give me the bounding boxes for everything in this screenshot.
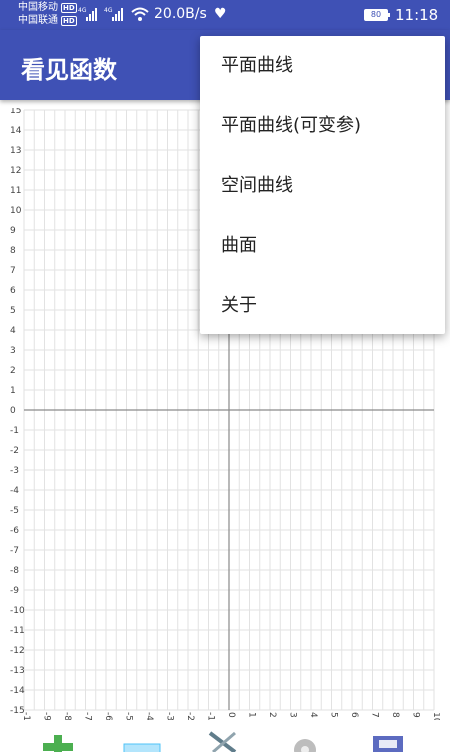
y-tick-label: -4 xyxy=(10,486,19,496)
y-tick-label: 1 xyxy=(10,386,16,396)
y-tick-label: 13 xyxy=(10,146,21,156)
y-tick-label: -8 xyxy=(10,566,19,576)
y-tick-label: -9 xyxy=(10,586,19,596)
y-tick-label: 9 xyxy=(10,226,16,236)
carrier-1-label: 中国移动 xyxy=(18,2,58,13)
x-tick-labels: -10 -9 -8 -7 -6 -5 -4 -3 -2 -1 0 1 2 3 4 5 6 7 8 9 10 xyxy=(21,712,440,720)
menu-item-space-curve[interactable]: 空间曲线 xyxy=(200,156,445,216)
y-tick-label: 12 xyxy=(10,166,21,176)
y-tick-label: -6 xyxy=(10,526,19,536)
svg-text:4G: 4G xyxy=(78,7,87,14)
x-tick-label: 5 xyxy=(329,712,339,718)
x-tick-label: 3 xyxy=(288,712,298,718)
carrier-info: 中国移动 HD 中国联通 HD xyxy=(18,1,77,27)
y-tick-label: 3 xyxy=(10,346,16,356)
y-tick-label: 5 xyxy=(10,306,16,316)
x-tick-label: -10 xyxy=(21,712,31,720)
y-tick-label: -13 xyxy=(10,666,25,676)
app-title: 看见函数 xyxy=(21,56,117,84)
x-tick-label: 1 xyxy=(247,712,257,718)
save-icon[interactable] xyxy=(370,730,406,752)
menu-item-about[interactable]: 关于 xyxy=(200,276,445,336)
x-tick-label: 2 xyxy=(267,712,277,718)
y-tick-label: 2 xyxy=(10,366,16,376)
y-tick-label: 10 xyxy=(10,206,22,216)
y-tick-label: -3 xyxy=(10,466,19,476)
y-tick-label: -2 xyxy=(10,446,19,456)
clock: 11:18 xyxy=(395,6,439,24)
wifi-icon xyxy=(131,7,149,21)
net-speed: 20.0B/s xyxy=(154,6,207,22)
x-tick-label: -5 xyxy=(124,712,134,720)
x-tick-label: 6 xyxy=(349,712,359,718)
y-tick-label: 15 xyxy=(10,108,21,116)
menu-item-surface[interactable]: 曲面 xyxy=(200,216,445,276)
x-tick-label: -6 xyxy=(103,712,113,720)
menu-item-plane-curve-variable[interactable]: 平面曲线(可变参) xyxy=(200,96,445,156)
y-tick-label: -1 xyxy=(10,426,19,436)
hd-badge-2: HD xyxy=(61,15,77,26)
x-tick-label: -4 xyxy=(144,712,154,720)
y-tick-label: 14 xyxy=(10,126,22,136)
menu-item-plane-curve[interactable]: 平面曲线 xyxy=(200,36,445,96)
keyboard-icon[interactable] xyxy=(123,730,161,752)
x-tick-label: -8 xyxy=(62,712,72,720)
x-tick-label: 10 xyxy=(431,712,440,720)
y-tick-label: 4 xyxy=(10,326,16,336)
y-tick-label: 6 xyxy=(10,286,16,296)
x-tick-label: 8 xyxy=(390,712,400,718)
y-tick-label: 8 xyxy=(10,246,16,256)
overflow-menu: 平面曲线 平面曲线(可变参) 空间曲线 曲面 关于 xyxy=(200,36,445,334)
y-tick-label: -14 xyxy=(10,686,25,696)
tools-icon[interactable] xyxy=(205,730,241,752)
add-icon[interactable] xyxy=(40,730,76,752)
y-tick-label: -12 xyxy=(10,646,25,656)
y-tick-labels: 1514131211109876543210-1-2-3-4-5-6-7-8-9… xyxy=(10,108,25,716)
hd-badge-1: HD xyxy=(61,2,77,13)
y-tick-label: 7 xyxy=(10,266,16,276)
y-tick-label: -10 xyxy=(10,606,25,616)
y-tick-label: 11 xyxy=(10,186,21,196)
bottom-toolbar xyxy=(0,722,450,752)
signal-icon-2: 4G xyxy=(104,7,123,21)
carrier-2-label: 中国联通 xyxy=(18,15,58,26)
x-tick-label: 7 xyxy=(370,712,380,718)
heart-icon: ♥ xyxy=(214,6,227,22)
settings-gear-icon[interactable] xyxy=(287,730,323,752)
x-tick-label: 9 xyxy=(411,712,421,718)
x-tick-label: 4 xyxy=(308,712,318,718)
x-tick-label: 0 xyxy=(226,712,236,718)
svg-text:4G: 4G xyxy=(104,7,113,14)
x-tick-label: -2 xyxy=(185,712,195,720)
battery-icon: 80 xyxy=(364,9,390,21)
y-tick-label: -7 xyxy=(10,546,19,556)
y-tick-label: -5 xyxy=(10,506,19,516)
x-tick-label: -1 xyxy=(206,712,216,720)
y-tick-label: -11 xyxy=(10,626,25,636)
y-tick-label: 0 xyxy=(10,406,16,416)
x-tick-label: -9 xyxy=(42,712,52,720)
x-tick-label: -7 xyxy=(83,712,93,720)
x-tick-label: -3 xyxy=(165,712,175,720)
status-bar: 中国移动 HD 中国联通 HD 4G 4G 20.0B/s ♥ 80 11:18 xyxy=(0,0,450,30)
signal-icon: 4G xyxy=(78,7,97,21)
